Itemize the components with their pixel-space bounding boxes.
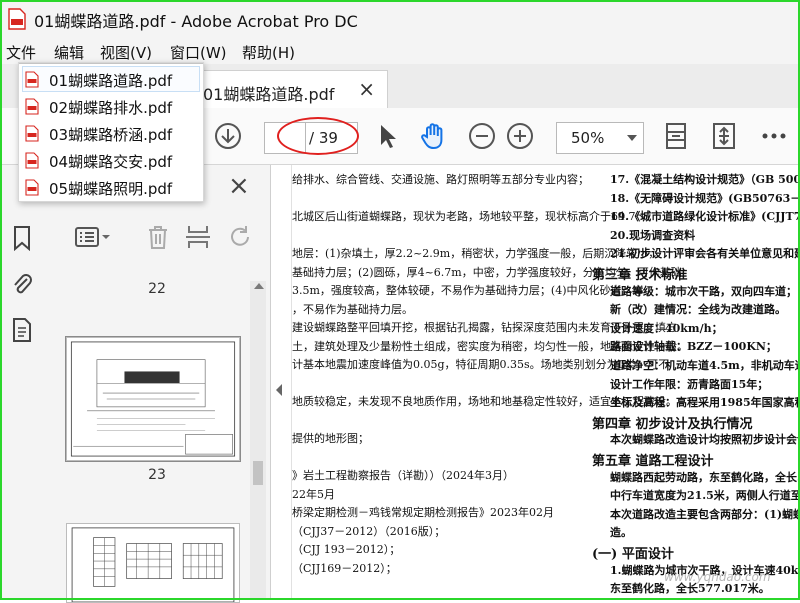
tab-document-label: 01蝴蝶路道路.pdf xyxy=(203,85,335,104)
zoom-out-icon[interactable] xyxy=(466,120,498,152)
full-screen-icon[interactable] xyxy=(708,120,740,152)
document-text-line: 》岩土工程勘察报告（详勘））（2024年3月） xyxy=(292,469,514,482)
page-count-highlight-oval xyxy=(277,117,359,155)
document-text-line: （CJJ169－2012）； xyxy=(292,561,397,575)
document-text-line: 坐标及高程：高程采用1985年国家高程基准（一期）， xyxy=(610,396,800,410)
more-options-icon[interactable] xyxy=(758,120,790,152)
attachment-icon[interactable] xyxy=(10,271,34,297)
menu-window[interactable]: 窗口(W) xyxy=(170,42,227,63)
document-text-line: 中行车道宽度为21.5米，两侧人行道至地块建筑退线。 xyxy=(610,489,800,503)
navigation-rail xyxy=(0,165,45,600)
document-text-line: 本次蝴蝶路改造设计均按照初步设计会议审查意见执行。 xyxy=(610,433,800,447)
recent-file-label: 01蝴蝶路道路.pdf xyxy=(49,72,173,90)
document-text-line: 本次道路改造主要包含两部分：(1)蝴蝶路全线车行道， xyxy=(610,507,800,521)
menu-edit[interactable]: 编辑 xyxy=(54,42,84,63)
document-text-line: 桥梁定期检测－鸡钱常规定期检测报告》2023年02月 xyxy=(292,506,554,519)
pdf-file-icon xyxy=(25,179,39,196)
document-text-line: 20.现场调查资料 xyxy=(610,228,696,242)
zoom-in-icon[interactable] xyxy=(504,120,536,152)
pdf-file-icon xyxy=(25,125,39,142)
document-text-line: 给排水、综合管线、交通设施、路灯照明等五部分专业内容； xyxy=(292,173,589,186)
chevron-down-icon xyxy=(627,135,637,141)
document-text-line: 设计工作年限：沥青路面15年； xyxy=(610,377,769,391)
recent-file-label: 04蝴蝶路交安.pdf xyxy=(49,153,173,171)
pdf-file-icon xyxy=(25,98,39,115)
recent-file-label: 02蝴蝶路排水.pdf xyxy=(49,99,173,117)
document-text-line: 19.《城市道路绿化设计标准》(CJJT75－2023)； xyxy=(610,210,800,224)
tab-close-button[interactable]: × xyxy=(358,77,375,101)
collapse-panel-handle[interactable] xyxy=(276,384,282,396)
document-text-line: 设计速度：40km/h； xyxy=(610,321,723,335)
recent-file-item[interactable]: 04蝴蝶路交安.pdf xyxy=(23,148,199,172)
document-section-heading: 第三章 技术标准 xyxy=(592,268,688,283)
select-cursor-icon[interactable] xyxy=(372,120,404,152)
tab-document[interactable]: 01蝴蝶路道路.pdf × xyxy=(190,70,388,109)
document-properties-icon[interactable] xyxy=(10,317,34,343)
document-section-heading: 第五章 道路工程设计 xyxy=(592,454,714,469)
recent-file-item[interactable]: 03蝴蝶路桥涵.pdf xyxy=(23,121,199,145)
document-text-line: 18.《无障碍设计规范》(GB50763－2012)； xyxy=(610,191,800,205)
delete-icon[interactable] xyxy=(144,223,172,251)
rotate-icon[interactable] xyxy=(226,223,254,251)
hand-tool-icon[interactable] xyxy=(418,120,450,152)
document-view: 给排水、综合管线、交通设施、路灯照明等五部分专业内容； 北城区后山街道蝴蝶路，现状… xyxy=(291,165,800,600)
page-thumbnail[interactable] xyxy=(66,337,240,461)
document-text-line: 造。 xyxy=(610,526,632,540)
document-text-line: 3.5m，强度较高，整体较硬，不易作为基础持力层；(4)中风化砂岩，岸 xyxy=(292,284,644,297)
acrobat-app-icon xyxy=(8,8,26,30)
zoom-select[interactable]: 50% xyxy=(556,122,644,154)
thumbnail-scrollbar[interactable] xyxy=(250,281,266,600)
page-thumbnails-panel: × 22 23 xyxy=(44,165,271,603)
scroll-up-arrow-icon[interactable] xyxy=(254,283,264,289)
document-section-heading: (一) 平面设计 xyxy=(592,547,674,562)
document-text-line: 蝴蝶路西起劳动路，东至鹤化路，全长577.017米，本 xyxy=(610,470,800,484)
document-text-line: 21.初步设计评审会各有关单位意见和建议。 xyxy=(610,247,800,261)
page-number-label: 22 xyxy=(148,281,166,297)
document-text-line: 17.《混凝土结构设计规范》（GB 50010－2010）（ xyxy=(610,173,800,186)
page-number-label: 23 xyxy=(148,467,166,483)
window-title: 01蝴蝶路道路.pdf - Adobe Acrobat Pro DC xyxy=(34,12,358,31)
scrollbar-thumb[interactable] xyxy=(253,461,263,485)
pdf-file-icon xyxy=(25,71,39,88)
next-page-icon[interactable] xyxy=(212,120,244,152)
document-text-line: 道路净空：机动车道4.5m，非机动车道：2.5m，人行 xyxy=(610,359,800,372)
document-text-line: 路面设计轴载：BZZ－100KN； xyxy=(610,340,777,354)
recent-file-item[interactable]: 05蝴蝶路照明.pdf xyxy=(23,175,199,199)
menu-divider xyxy=(19,63,203,64)
document-text-line: 22年5月 xyxy=(292,487,335,501)
menu-help[interactable]: 帮助(H) xyxy=(242,42,295,63)
document-text-line: 地层：(1)杂填土，厚2.2~2.9m，稍密状，力学强度一般，后期沉降较小， xyxy=(292,247,660,260)
recent-file-label: 05蝴蝶路照明.pdf xyxy=(49,180,173,198)
document-text-line: （CJJ37－2012）（2016版）； xyxy=(292,524,446,538)
page-thumbnail[interactable] xyxy=(66,523,240,603)
document-text-line: 北城区后山街道蝴蝶路，现状为老路，场地较平整，现状标高介于64.7～ xyxy=(292,210,647,223)
page-insert-icon[interactable] xyxy=(184,223,212,251)
pdf-file-icon xyxy=(25,152,39,169)
recent-file-item[interactable]: 01蝴蝶路道路.pdf xyxy=(22,66,200,92)
watermark-text: www.yqndao.com xyxy=(664,570,771,584)
recent-file-item[interactable]: 02蝴蝶路排水.pdf xyxy=(23,94,199,118)
title-bar: 01蝴蝶路道路.pdf - Adobe Acrobat Pro DC xyxy=(0,0,800,38)
fit-page-icon[interactable] xyxy=(660,120,692,152)
close-panel-button[interactable]: × xyxy=(228,173,250,199)
document-text-line: ，不易作为基础持力层。 xyxy=(292,302,413,316)
thumbnail-options-icon[interactable] xyxy=(74,223,112,251)
document-text-line: 道路等级：城市次干路，双向四车道； xyxy=(610,284,797,298)
document-section-heading: 第四章 初步设计及执行情况 xyxy=(592,416,753,432)
recent-files-menu: 01蝴蝶路道路.pdf 02蝴蝶路排水.pdf 03蝴蝶路桥涵.pdf 04蝴蝶路交安… xyxy=(18,62,204,202)
menu-bar: 文件 编辑 视图(V) 窗口(W) 帮助(H) xyxy=(0,38,800,64)
bookmark-icon[interactable] xyxy=(10,225,34,251)
menu-file[interactable]: 文件 xyxy=(6,42,36,63)
recent-file-label: 03蝴蝶路桥涵.pdf xyxy=(49,126,173,144)
menu-view[interactable]: 视图(V) xyxy=(100,42,152,63)
zoom-value: 50% xyxy=(571,129,605,147)
document-text-line: （CJJ 193－2012）； xyxy=(292,543,401,556)
document-text-line: 新（改）建情况：全线为改建道路。 xyxy=(610,303,786,317)
document-text-line: 提供的地形图； xyxy=(292,432,369,445)
